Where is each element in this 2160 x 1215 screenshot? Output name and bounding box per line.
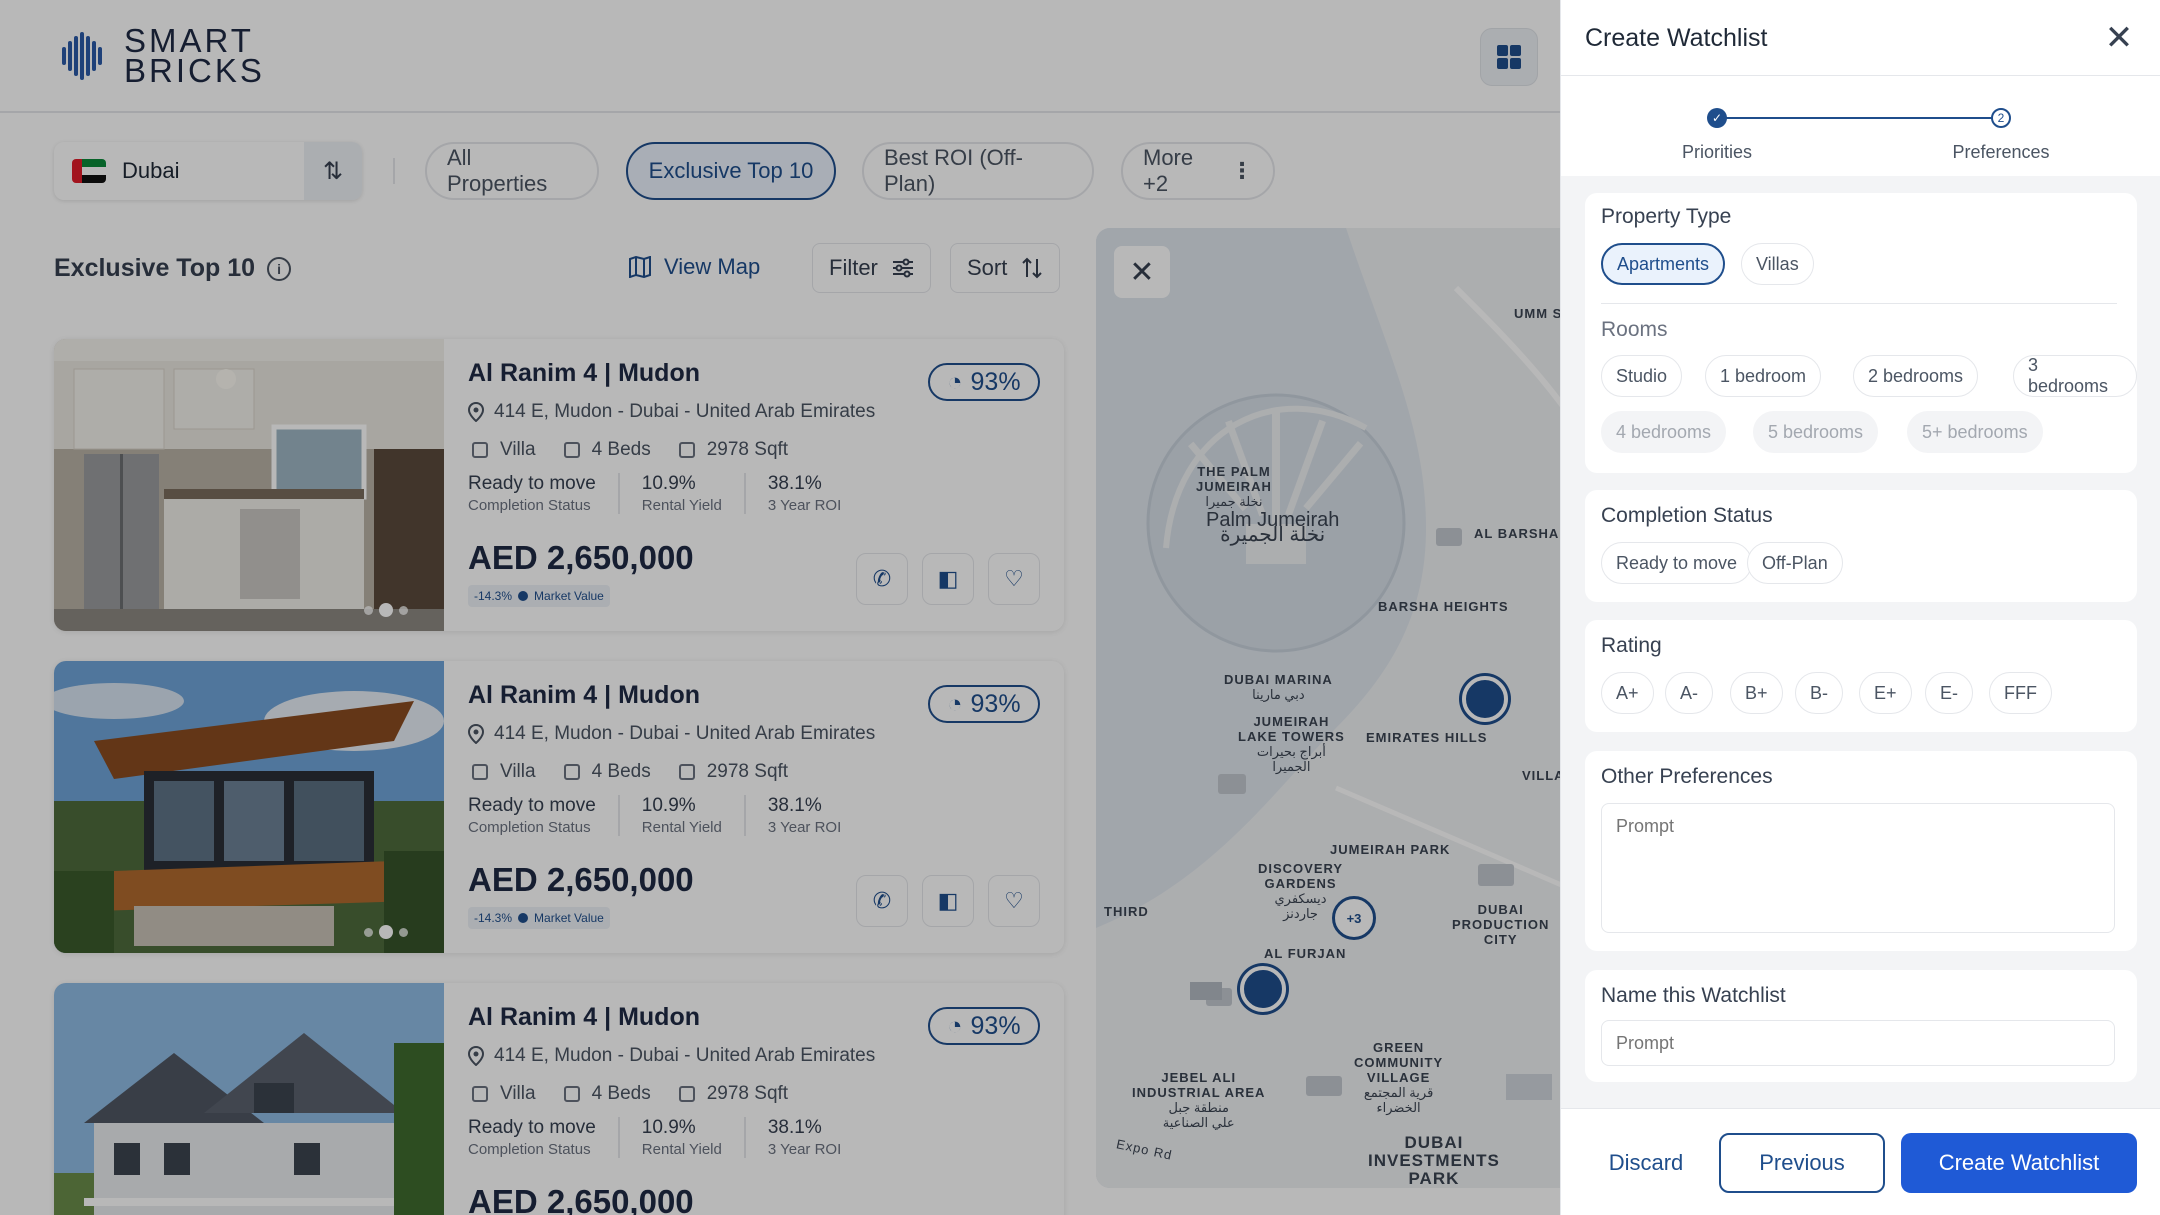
discard-button[interactable]: Discard [1591, 1133, 1701, 1193]
panel-footer: Discard Previous Create Watchlist [1561, 1108, 2160, 1215]
divider [1601, 303, 2117, 304]
completion-ready-to-move[interactable]: Ready to move [1601, 542, 1753, 584]
rating-fff[interactable]: FFF [1989, 672, 2052, 714]
create-watchlist-button[interactable]: Create Watchlist [1901, 1133, 2137, 1193]
rooms-4-bedrooms[interactable]: 4 bedrooms [1601, 411, 1727, 453]
panel-title: Create Watchlist [1585, 24, 1768, 52]
panel-close-button[interactable]: ✕ [2099, 18, 2139, 58]
completion-status-section: Completion Status Ready to move Off-Plan [1585, 490, 2137, 602]
stepper: ✓ 2 Priorities Preferences [1561, 76, 2160, 176]
rooms-1-bedroom[interactable]: 1 bedroom [1705, 355, 1822, 397]
rooms-2-bedrooms[interactable]: 2 bedrooms [1853, 355, 1979, 397]
rooms-studio[interactable]: Studio [1601, 355, 1683, 397]
rooms-3-bedrooms[interactable]: 3 bedrooms [2013, 355, 2137, 397]
previous-button[interactable]: Previous [1719, 1133, 1885, 1193]
modal-backdrop[interactable] [0, 0, 1560, 1215]
other-preferences-title: Other Preferences [1601, 765, 1773, 788]
step-check-icon[interactable]: ✓ [1707, 108, 1727, 128]
rating-a-plus[interactable]: A+ [1601, 672, 1654, 714]
rating-section: Rating A+ A- B+ B- E+ E- FFF [1585, 620, 2137, 732]
step-2-indicator[interactable]: 2 [1991, 108, 2011, 128]
rooms-title: Rooms [1601, 318, 1668, 341]
property-type-section: Property Type Apartments Villas Rooms St… [1585, 193, 2137, 473]
panel-header: Create Watchlist ✕ [1561, 0, 2160, 76]
name-watchlist-title: Name this Watchlist [1601, 984, 1786, 1007]
property-type-apartments[interactable]: Apartments [1601, 243, 1726, 285]
watchlist-name-input[interactable] [1601, 1020, 2115, 1066]
rating-title: Rating [1601, 634, 1662, 657]
create-watchlist-panel: Create Watchlist ✕ ✓ 2 Priorities Prefer… [1560, 0, 2160, 1215]
name-watchlist-section: Name this Watchlist [1585, 970, 2137, 1082]
rating-a-minus[interactable]: A- [1665, 672, 1713, 714]
other-preferences-input[interactable] [1601, 803, 2115, 933]
step-label-preferences[interactable]: Preferences [1911, 142, 2091, 163]
rating-b-plus[interactable]: B+ [1730, 672, 1783, 714]
rooms-5-plus-bedrooms[interactable]: 5+ bedrooms [1907, 411, 2043, 453]
property-type-villas[interactable]: Villas [1741, 243, 1814, 285]
step-label-priorities[interactable]: Priorities [1637, 142, 1797, 163]
rating-b-minus[interactable]: B- [1795, 672, 1843, 714]
completion-off-plan[interactable]: Off-Plan [1747, 542, 1843, 584]
other-preferences-section: Other Preferences [1585, 751, 2137, 951]
rooms-5-bedrooms[interactable]: 5 bedrooms [1753, 411, 1879, 453]
rating-e-minus[interactable]: E- [1925, 672, 1973, 714]
property-type-title: Property Type [1601, 205, 1732, 228]
completion-status-title: Completion Status [1601, 504, 1773, 527]
stepper-line [1717, 117, 1999, 119]
close-icon: ✕ [2104, 19, 2134, 57]
rating-e-plus[interactable]: E+ [1859, 672, 1912, 714]
